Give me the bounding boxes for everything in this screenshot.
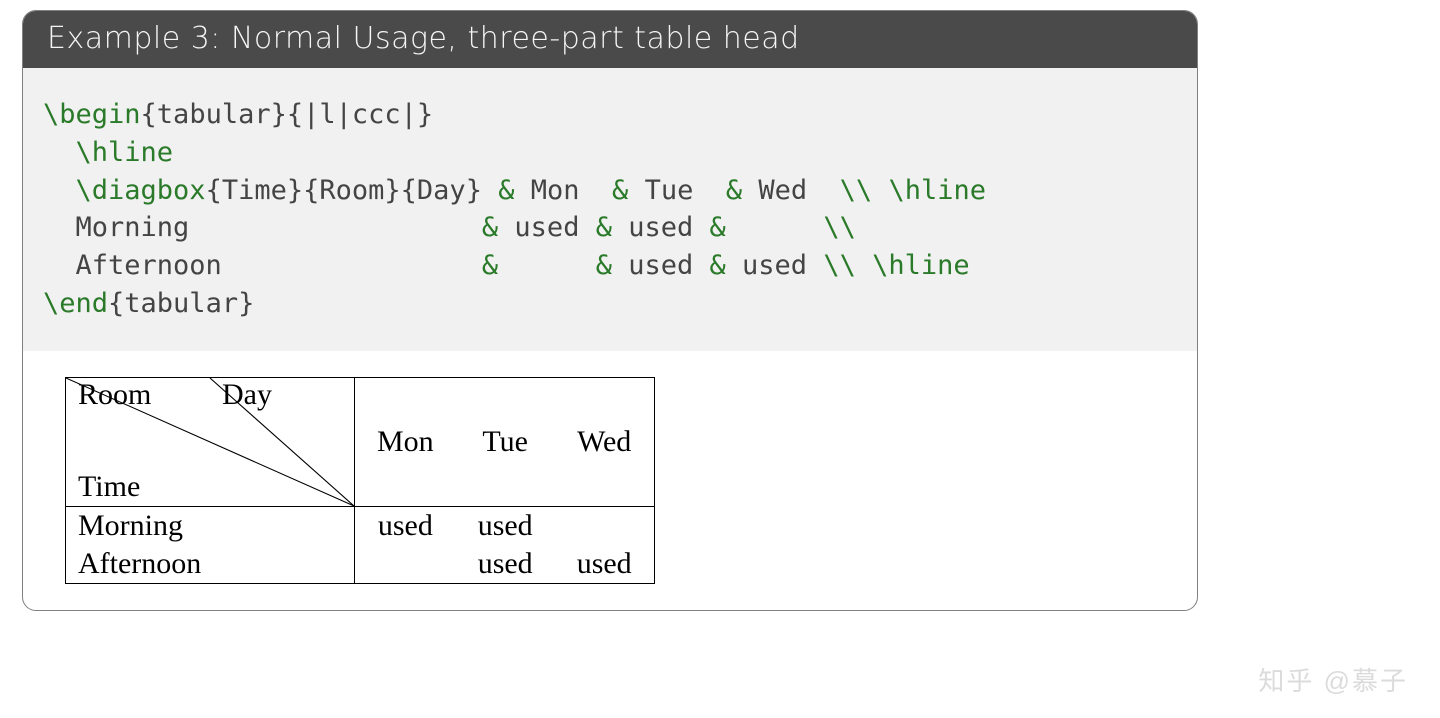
head-wed: Wed: [758, 175, 807, 206]
table-header-row: Room Day Time Mon Tue Wed: [66, 377, 655, 506]
tok-hline-3: \hline: [872, 250, 970, 281]
cell: [355, 545, 456, 584]
tok-begin: \begin: [43, 99, 141, 130]
cell: used: [456, 545, 555, 584]
col-head-tue: Tue: [456, 377, 555, 506]
table-row: Afternoon used used: [66, 545, 655, 584]
head-tue: Tue: [645, 175, 694, 206]
rendered-output: Room Day Time Mon Tue Wed Morning used u…: [23, 351, 1197, 610]
example-box: Example 3: Normal Usage, three-part tabl…: [22, 10, 1198, 611]
tok-hline-2: \hline: [888, 175, 986, 206]
diag-arg-time: Time: [222, 175, 287, 206]
row-morning-label: Morning: [43, 212, 189, 243]
col-head-mon: Mon: [355, 377, 456, 506]
cell: used: [355, 506, 456, 545]
row-label: Afternoon: [66, 545, 355, 584]
example-title: Example 3: Normal Usage, three-part tabl…: [23, 11, 1197, 68]
diag-label-time: Time: [78, 470, 140, 504]
diag-label-day: Day: [222, 378, 272, 412]
example-title-text: Example 3: Normal Usage, three-part tabl…: [47, 21, 800, 56]
cell: [555, 506, 655, 545]
diag-label-room: Room: [78, 378, 151, 412]
cell: used: [555, 545, 655, 584]
cell: used: [456, 506, 555, 545]
diagbox-cell: Room Day Time: [66, 377, 355, 506]
tok-hline-1: \hline: [76, 137, 174, 168]
tok-tabular-close: {tabular}: [108, 288, 254, 319]
row-label: Morning: [66, 506, 355, 545]
row-afternoon-label: Afternoon: [43, 250, 222, 281]
tok-diagbox: \diagbox: [76, 175, 206, 206]
output-table: Room Day Time Mon Tue Wed Morning used u…: [65, 377, 655, 584]
latex-source-code: \begin{tabular}{|l|ccc|} \hline \diagbox…: [23, 68, 1197, 351]
diag-arg-room: Room: [319, 175, 384, 206]
head-mon: Mon: [531, 175, 580, 206]
diag-arg-day: Day: [417, 175, 466, 206]
tok-tabular-spec: {tabular}{|l|ccc|}: [141, 99, 434, 130]
watermark: 知乎 @慕子: [1258, 661, 1408, 698]
col-head-wed: Wed: [555, 377, 655, 506]
table-row: Morning used used: [66, 506, 655, 545]
tok-end: \end: [43, 288, 108, 319]
